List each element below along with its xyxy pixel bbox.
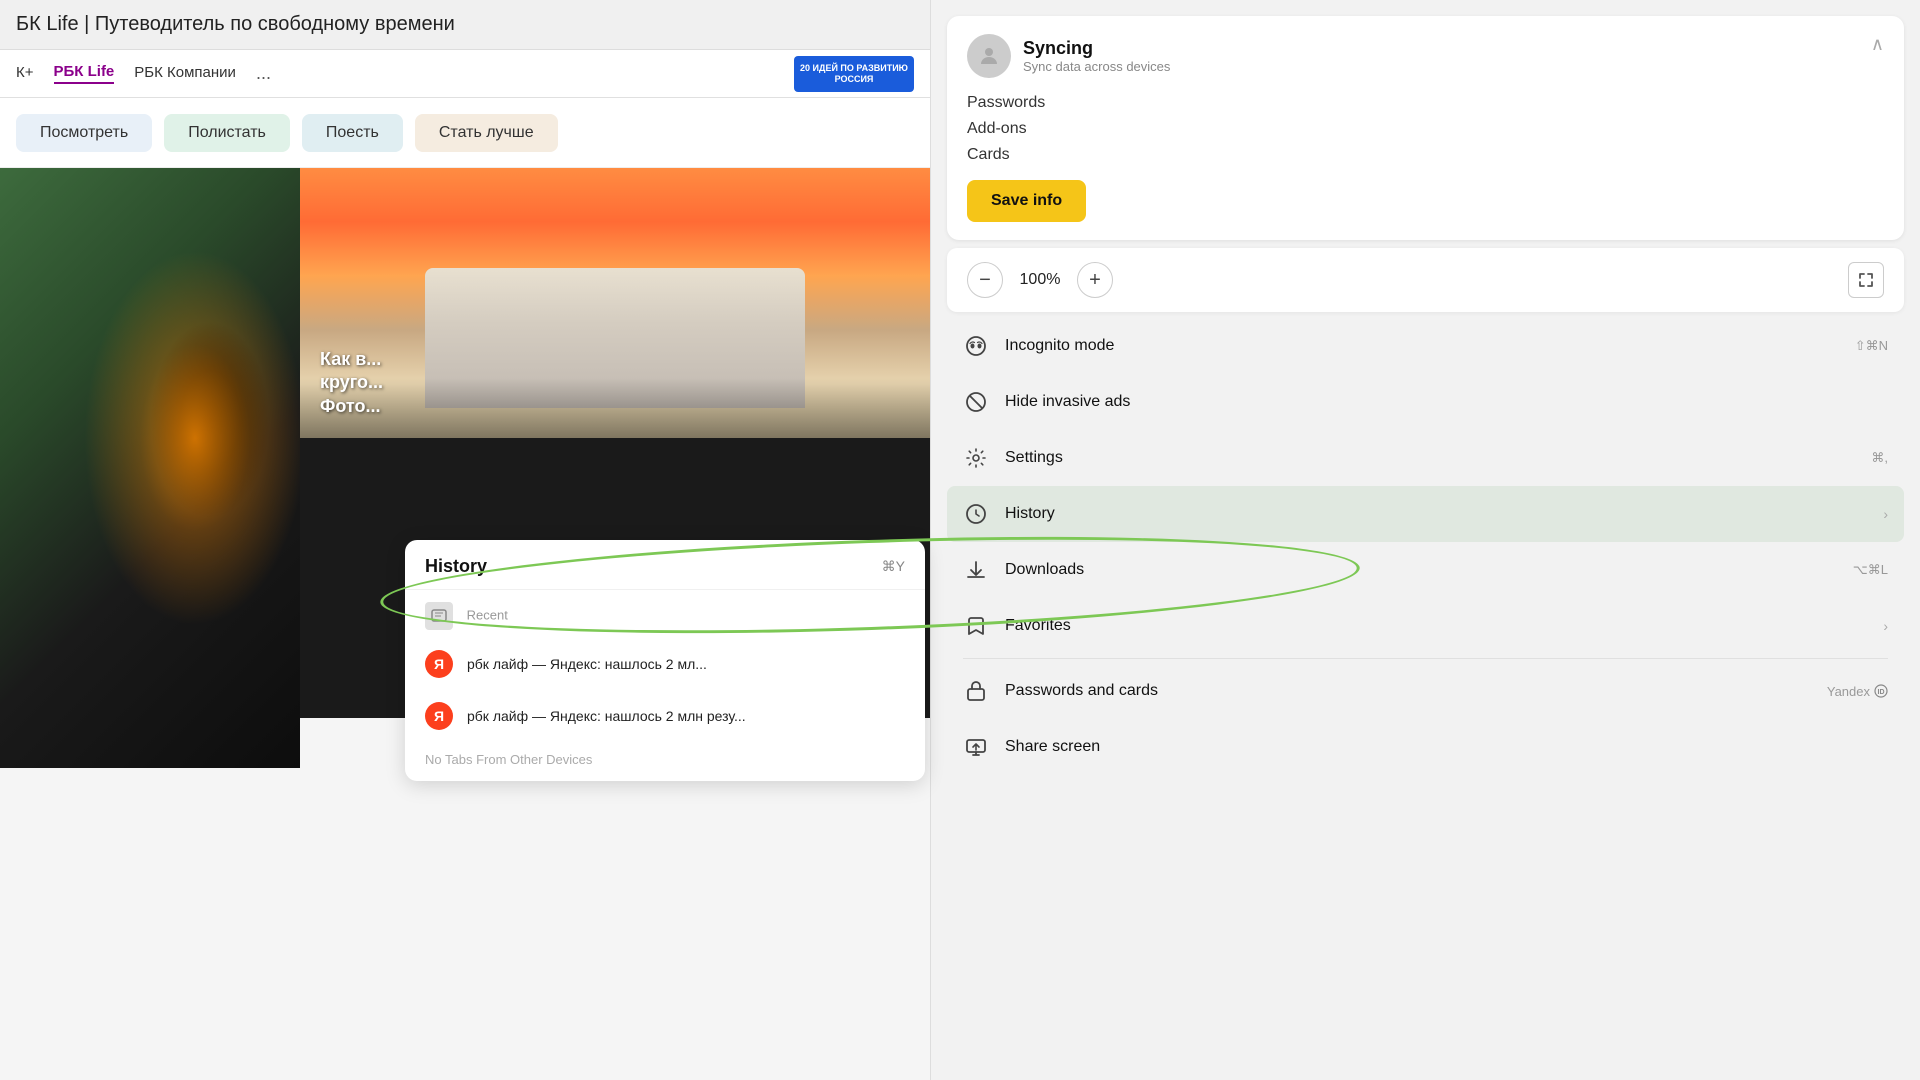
category-bar: Посмотреть Полистать Поесть Стать лучше (0, 98, 930, 168)
ship-caption: Как в...круго...Фото... (320, 348, 383, 418)
yandex-id-badge: Yandex ID (1827, 684, 1888, 699)
passwords-label: Passwords and cards (1005, 682, 1811, 700)
sync-items: Passwords Add-ons Cards (967, 94, 1884, 164)
favorites-arrow-icon: › (1883, 618, 1888, 634)
incognito-label: Incognito mode (1005, 337, 1839, 355)
browser-menu-panel: Syncing Sync data across devices ∧ Passw… (930, 0, 1920, 1080)
favorites-label: Favorites (1005, 617, 1859, 635)
category-btn-watch[interactable]: Посмотреть (16, 114, 152, 152)
category-btn-browse[interactable]: Полистать (164, 114, 290, 152)
category-btn-better[interactable]: Стать лучше (415, 114, 558, 152)
settings-label: Settings (1005, 449, 1855, 467)
passwords-icon (963, 678, 989, 704)
menu-item-settings[interactable]: Settings ⌘, (947, 430, 1904, 486)
sync-cards[interactable]: Cards (967, 146, 1884, 164)
hide-ads-icon (963, 389, 989, 415)
history-menu-label: History (1005, 505, 1859, 523)
downloads-icon (963, 557, 989, 583)
settings-shortcut: ⌘, (1871, 450, 1888, 466)
ship-image: Как в...круго...Фото... (300, 168, 930, 438)
sync-info: Syncing Sync data across devices (967, 34, 1170, 78)
save-info-button[interactable]: Save info (967, 180, 1086, 222)
favorites-icon (963, 613, 989, 639)
ship-overlay (300, 378, 930, 438)
settings-icon (963, 445, 989, 471)
category-btn-eat[interactable]: Поесть (302, 114, 403, 152)
history-dropdown-header: History ⌘Y (405, 540, 925, 590)
zoom-increase-button[interactable]: + (1077, 262, 1113, 298)
zoom-value: 100% (1015, 271, 1065, 289)
menu-item-passwords[interactable]: Passwords and cards Yandex ID (947, 663, 1904, 719)
share-screen-label: Share screen (1005, 738, 1888, 756)
sync-panel: Syncing Sync data across devices ∧ Passw… (947, 16, 1904, 240)
sync-subtitle: Sync data across devices (1023, 59, 1170, 74)
history-item-2[interactable]: Я рбк лайф — Яндекс: нашлось 2 млн резу.… (405, 690, 925, 742)
yandex-id-icon: ID (1874, 684, 1888, 698)
sync-passwords[interactable]: Passwords (967, 94, 1884, 112)
nav-item-rbk-life[interactable]: РБК Life (54, 63, 115, 84)
downloads-label: Downloads (1005, 561, 1837, 579)
nav-logo: 20 ИДЕЙ ПО РАЗВИТИЮ РОССИЯ (794, 56, 914, 92)
menu-list: Incognito mode ⇧⌘N Hide invasive ads Set… (947, 318, 1904, 775)
tab-bar: БК Life | Путеводитель по свободному вре… (0, 0, 930, 50)
incognito-icon (963, 333, 989, 359)
zoom-decrease-button[interactable]: − (967, 262, 1003, 298)
yandex-icon-1: Я (425, 650, 453, 678)
history-dropdown: History ⌘Y Recent Я рбк лайф — Яндекс: н… (405, 540, 925, 781)
zoom-bar: − 100% + (947, 248, 1904, 312)
history-footer: No Tabs From Other Devices (405, 742, 925, 781)
sync-text-group: Syncing Sync data across devices (1023, 38, 1170, 74)
yandex-id-text: Yandex (1827, 684, 1870, 699)
history-item-2-text: рбк лайф — Яндекс: нашлось 2 млн резу... (467, 708, 746, 724)
svg-text:ID: ID (1878, 689, 1885, 696)
menu-item-downloads[interactable]: Downloads ⌥⌘L (947, 542, 1904, 598)
nav-bar: К+ РБК Life РБК Компании ... 20 ИДЕЙ ПО … (0, 50, 930, 98)
history-recent-label: Recent (405, 590, 925, 638)
share-screen-icon (963, 734, 989, 760)
sync-chevron-icon[interactable]: ∧ (1871, 34, 1884, 55)
incognito-shortcut: ⇧⌘N (1855, 338, 1888, 354)
menu-item-history[interactable]: History › (947, 486, 1904, 542)
history-dropdown-title: History (425, 556, 487, 577)
nav-more-button[interactable]: ... (256, 63, 271, 84)
menu-item-favorites[interactable]: Favorites › (947, 598, 1904, 654)
zoom-expand-button[interactable] (1848, 262, 1884, 298)
fish-detail-overlay (0, 168, 300, 768)
menu-item-incognito[interactable]: Incognito mode ⇧⌘N (947, 318, 1904, 374)
sync-avatar (967, 34, 1011, 78)
nav-item-k[interactable]: К+ (16, 64, 34, 83)
history-shortcut: ⌘Y (882, 558, 905, 575)
yandex-icon-2: Я (425, 702, 453, 730)
menu-item-hide-ads[interactable]: Hide invasive ads (947, 374, 1904, 430)
sync-header: Syncing Sync data across devices ∧ (967, 34, 1884, 78)
history-item-1-text: рбк лайф — Яндекс: нашлось 2 мл... (467, 656, 707, 672)
downloads-shortcut: ⌥⌘L (1853, 562, 1888, 578)
history-item-1[interactable]: Я рбк лайф — Яндекс: нашлось 2 мл... (405, 638, 925, 690)
menu-divider (963, 658, 1888, 659)
page-title: БК Life | Путеводитель по свободному вре… (16, 13, 455, 36)
history-browser-icon (425, 602, 453, 630)
history-icon (963, 501, 989, 527)
menu-item-share-screen[interactable]: Share screen (947, 719, 1904, 775)
nav-item-rbk-companies[interactable]: РБК Компании (134, 64, 236, 83)
fish-image (0, 168, 300, 768)
sync-addons[interactable]: Add-ons (967, 120, 1884, 138)
hide-ads-label: Hide invasive ads (1005, 393, 1888, 411)
history-arrow-icon: › (1883, 506, 1888, 522)
sync-title: Syncing (1023, 38, 1170, 59)
